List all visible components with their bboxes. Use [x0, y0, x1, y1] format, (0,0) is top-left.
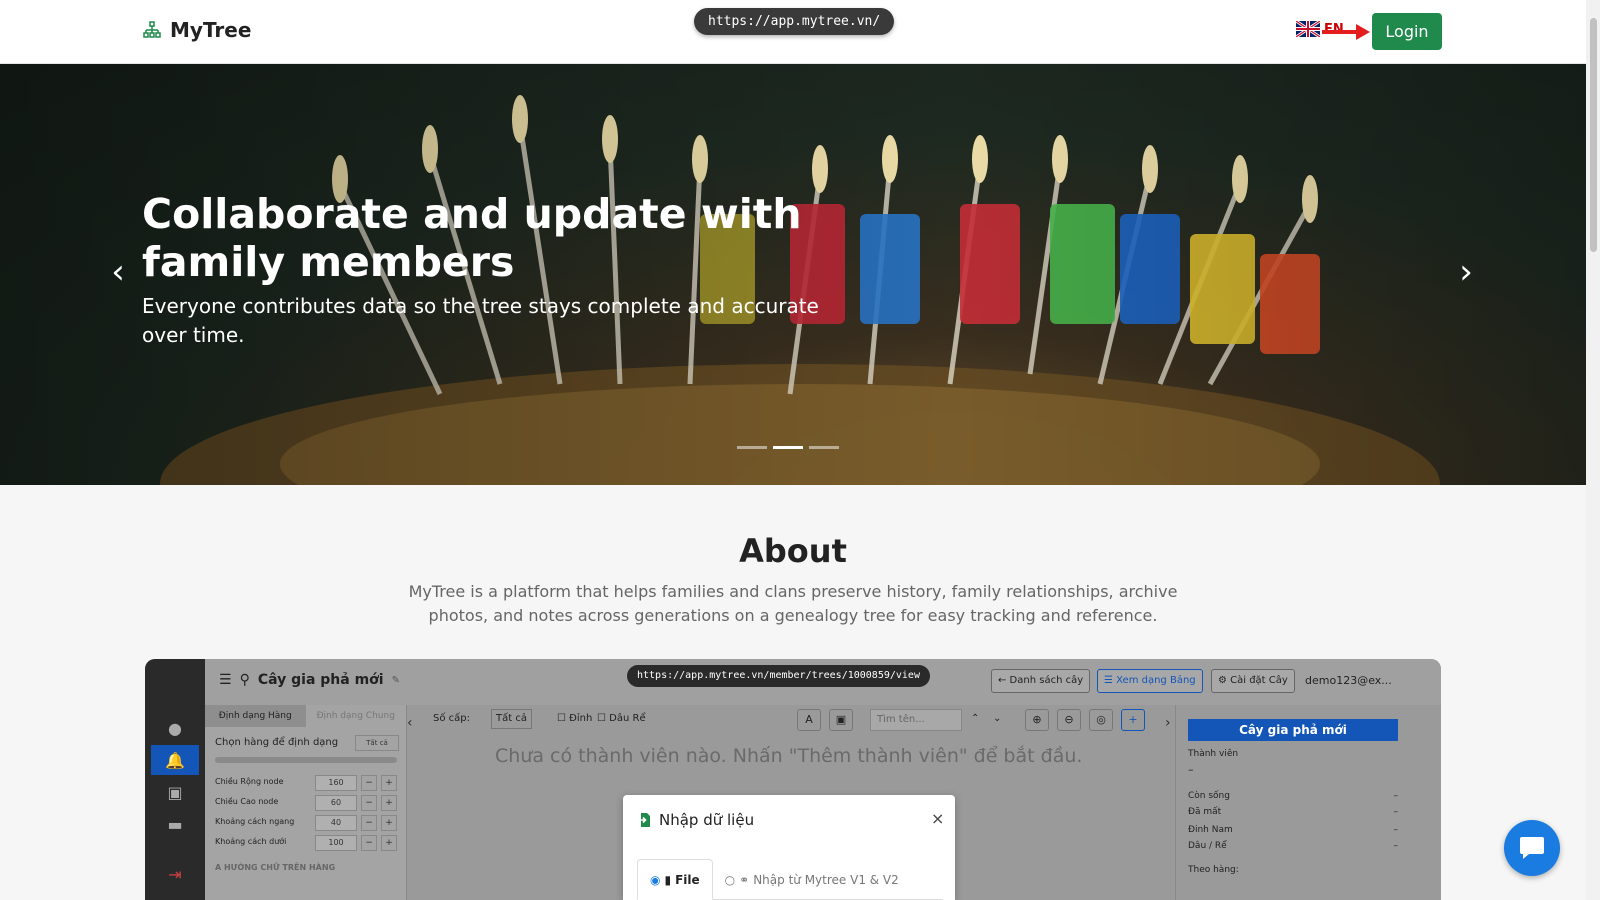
- menu-icon: ☰: [219, 672, 232, 688]
- add-user-icon: +: [1121, 709, 1145, 731]
- zoom-in-icon: ⊕: [1025, 709, 1049, 731]
- stat-row: Dâu / Rể –: [1188, 841, 1398, 851]
- tab-row-format: Định dạng Hàng: [205, 705, 306, 727]
- top-checkbox: ☐ Đỉnh: [557, 713, 593, 724]
- tree-logo-icon: [143, 21, 161, 38]
- scrollbar-thumb[interactable]: [1590, 18, 1597, 252]
- tree-icon: ⚲: [239, 672, 250, 688]
- preview-search-input: Tìm tên...: [870, 709, 962, 731]
- chevron-right-icon: ›: [1459, 252, 1473, 292]
- stat-row: Đinh Nam –: [1188, 825, 1398, 835]
- brand[interactable]: MyTree: [142, 18, 251, 42]
- zoom-out-icon: ⊖: [1057, 709, 1081, 731]
- level-label: Số cấp:: [433, 713, 470, 724]
- page-scrollbar[interactable]: [1586, 0, 1600, 900]
- preview-format-panel: Định dạng Hàng Định dạng Chung Chọn hàng…: [205, 705, 407, 900]
- chevron-up-icon: ⌃: [971, 713, 980, 724]
- preview-toolbar: ☰ ⚲ Cây gia phả mới ✎ https://app.mytree…: [205, 659, 1441, 705]
- carousel-indicator-3[interactable]: [809, 446, 839, 449]
- field-label: Chiều Cao node: [215, 797, 279, 806]
- brand-name: MyTree: [170, 18, 252, 42]
- modal-title-text: Nhập dữ liệu: [659, 811, 755, 829]
- field-label: Khoảng cách ngang: [215, 817, 295, 826]
- field-value: 100: [315, 835, 357, 851]
- stat-row: Đã mất –: [1188, 807, 1398, 817]
- import-data-modal: Nhập dữ liệu × ◉ ▮ File ○ ⚭ Nhập từ Mytr…: [623, 795, 955, 900]
- preview-sidebar: ● 🔔 ▣ ▬ ⇥: [145, 659, 205, 900]
- font-icon: A: [797, 709, 821, 731]
- about-title: About: [739, 532, 847, 570]
- preview-user: demo123@ex...: [1305, 674, 1392, 687]
- text-direction-heading: A HƯỚNG CHỮ TRÊN HÀNG: [215, 863, 336, 872]
- field-value: 160: [315, 775, 357, 791]
- choose-row-label: Chọn hàng để định dạng: [215, 737, 339, 748]
- root-checkbox: ☐ Dâu Rể: [597, 713, 646, 724]
- tab-common-format: Định dạng Chung: [316, 711, 395, 721]
- preview-url-overlay: https://app.mytree.vn/member/trees/10008…: [627, 665, 930, 687]
- field-value: 60: [315, 795, 357, 811]
- login-button[interactable]: Login: [1372, 13, 1442, 50]
- stats-title: Cây gia phả mới: [1188, 719, 1398, 741]
- tab-file[interactable]: ◉ ▮ File: [637, 859, 713, 900]
- logout-icon: ⇥: [168, 864, 182, 884]
- file-icon: ▮: [664, 872, 672, 887]
- url-overlay: https://app.mytree.vn/: [694, 8, 895, 35]
- modal-close-button[interactable]: ×: [931, 809, 944, 828]
- tree-list-button: ← Danh sách cây: [991, 669, 1091, 693]
- top-navbar: MyTree https://app.mytree.vn/ EN Login: [0, 0, 1586, 64]
- tree-settings-button: ⚙ Cài đặt Cây: [1211, 669, 1295, 693]
- field-value: 40: [315, 815, 357, 831]
- chat-bubble-icon: [1520, 837, 1544, 859]
- import-file-icon: [638, 813, 650, 827]
- chevron-left-icon: ‹: [407, 715, 413, 731]
- carousel-next-button[interactable]: ›: [1448, 252, 1484, 292]
- chat-button[interactable]: [1504, 820, 1560, 876]
- hero-carousel: Collaborate and update with family membe…: [0, 64, 1586, 485]
- image-icon: ▣: [167, 782, 183, 802]
- carousel-prev-button[interactable]: ‹: [100, 252, 136, 292]
- level-select: Tất cả: [491, 709, 532, 729]
- red-arrow-annotation-icon: [1322, 24, 1370, 40]
- hero-subtitle: Everyone contributes data so the tree st…: [142, 294, 819, 347]
- chevron-left-icon: ‹: [111, 252, 125, 292]
- circle-icon: ●: [168, 718, 182, 738]
- bell-icon: 🔔: [151, 745, 199, 775]
- members-label: Thành viên: [1188, 749, 1239, 759]
- table-view-button: ☰ Xem dạng Bảng: [1097, 669, 1203, 693]
- modal-tabs: ◉ ▮ File ○ ⚭ Nhập từ Mytree V1 & V2: [637, 859, 943, 900]
- link-icon: ⚭: [739, 872, 750, 887]
- stat-row: Còn sống –: [1188, 791, 1398, 801]
- radio-unchecked-icon: ○: [724, 872, 736, 887]
- edit-icon: ✎: [391, 674, 400, 686]
- about-text: MyTree is a platform that helps families…: [408, 582, 1178, 625]
- members-value: –: [1188, 763, 1194, 776]
- target-icon: ◎: [1089, 709, 1113, 731]
- uk-flag-icon: [1296, 21, 1320, 37]
- chevron-down-icon: ⌄: [993, 713, 1002, 724]
- empty-state-text: Chưa có thành viên nào. Nhấn "Thêm thành…: [495, 745, 1083, 767]
- all-button: Tất cả: [355, 735, 399, 751]
- image-icon: ▣: [829, 709, 853, 731]
- field-label: Khoảng cách dưới: [215, 837, 287, 846]
- carousel-indicator-1[interactable]: [737, 446, 767, 449]
- tab-import-v1-v2[interactable]: ○ ⚭ Nhập từ Mytree V1 & V2: [713, 859, 911, 900]
- chevron-right-icon: ›: [1165, 715, 1171, 731]
- card-icon: ▬: [167, 814, 183, 834]
- preview-stats-panel: Cây gia phả mới Thành viên – Còn sống – Đ…: [1175, 705, 1411, 900]
- field-label: Chiều Rộng node: [215, 777, 284, 786]
- by-row-label: Theo hàng:: [1188, 865, 1239, 875]
- preview-title: ☰ ⚲ Cây gia phả mới ✎: [219, 672, 400, 688]
- radio-checked-icon: ◉: [650, 872, 661, 887]
- hero-title: Collaborate and update with family membe…: [142, 190, 802, 286]
- carousel-indicator-2[interactable]: [773, 446, 803, 449]
- modal-title: Nhập dữ liệu: [637, 811, 754, 829]
- preview-tree-title: Cây gia phả mới: [257, 672, 384, 688]
- carousel-indicators: [737, 446, 839, 449]
